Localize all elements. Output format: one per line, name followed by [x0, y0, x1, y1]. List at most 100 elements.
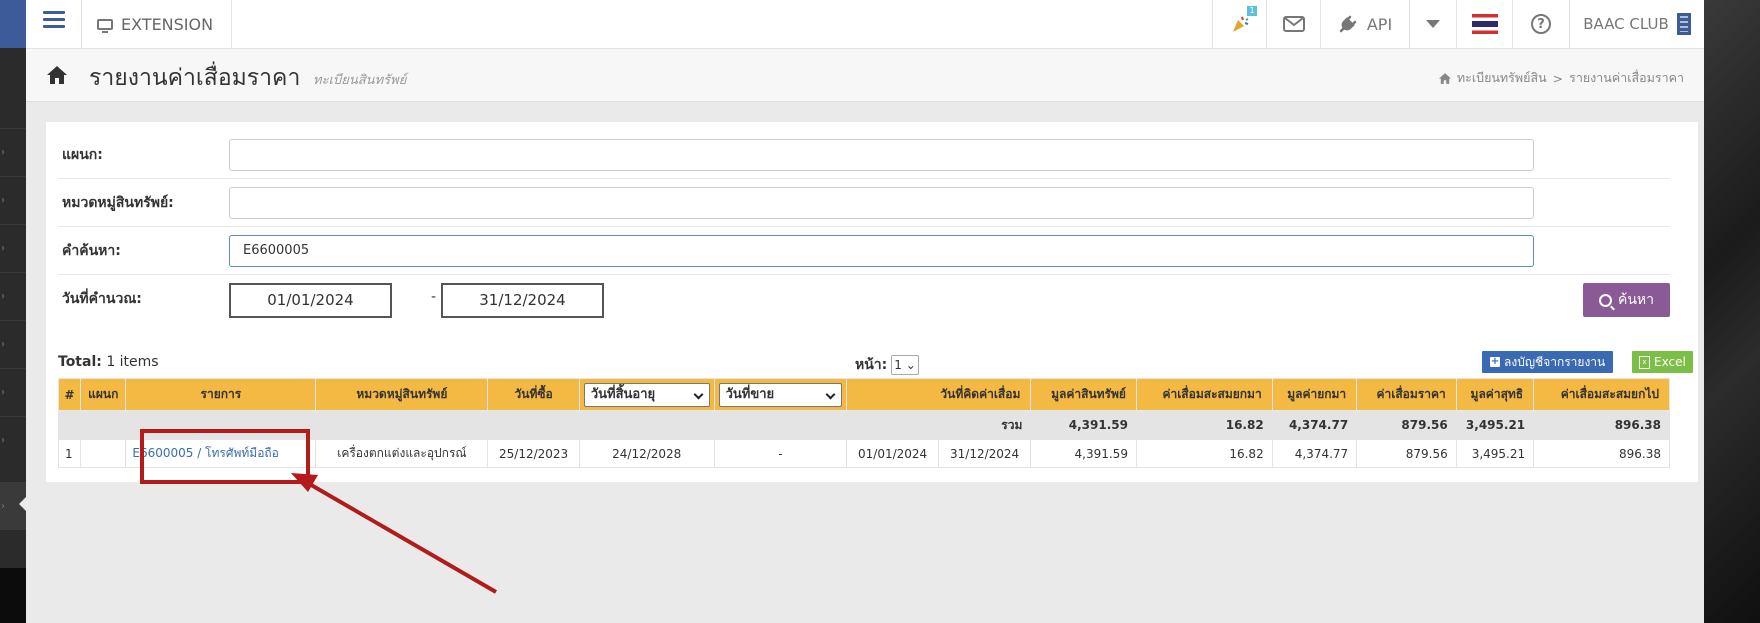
- sidebar-item[interactable]: ›: [0, 176, 26, 224]
- page-select[interactable]: 1 ⌄: [891, 355, 919, 375]
- col-depreciation[interactable]: ค่าเสื่อมราคา: [1356, 378, 1457, 411]
- active-indicator: [19, 497, 26, 511]
- plug-icon: [1339, 15, 1357, 33]
- menu-toggle-button[interactable]: [26, 0, 82, 48]
- col-accum-cf[interactable]: ค่าเสื่อมสะสมยกไป: [1533, 378, 1670, 411]
- org-label: BAAC CLUB: [1583, 15, 1669, 33]
- sale-date-select[interactable]: วันที่ขาย: [718, 382, 843, 407]
- top-navbar: EXTENSION 1 API ? BAAC CLUB: [26, 0, 1704, 49]
- sidebar-item[interactable]: ›: [0, 416, 26, 464]
- cell-category: เครื่องตกแต่งและอุปกรณ์: [315, 439, 489, 468]
- language-button[interactable]: [1456, 0, 1512, 48]
- excel-export-button[interactable]: x Excel: [1632, 351, 1693, 373]
- help-icon: ?: [1531, 14, 1551, 34]
- summary-asset-value: 4,391.59: [1030, 410, 1137, 440]
- org-menu[interactable]: BAAC CLUB: [1569, 0, 1704, 48]
- api-label: API: [1366, 14, 1393, 34]
- col-category[interactable]: หมวดหมู่สินทรัพย์: [315, 378, 489, 411]
- messages-button[interactable]: [1266, 0, 1320, 48]
- col-accum-bf[interactable]: ค่าเสื่อมสะสมยกมา: [1135, 378, 1273, 411]
- sidebar: › › › › › › › ›: [0, 0, 26, 623]
- col-depr-period[interactable]: วันที่คิดค่าเสื่อม: [846, 378, 1032, 411]
- cell-purchase-date: 25/12/2023: [487, 439, 580, 468]
- date-from-input[interactable]: 01/01/2024: [229, 283, 392, 318]
- department-row: แผนก:: [58, 132, 1670, 179]
- cell-no: 1: [57, 439, 82, 468]
- col-department[interactable]: แผนก: [80, 378, 127, 411]
- cell-accum-bf: 16.82: [1135, 439, 1273, 468]
- col-sale-date: วันที่ขาย: [713, 378, 848, 411]
- sidebar-item[interactable]: ›: [0, 272, 26, 320]
- col-purchase-date[interactable]: วันที่ซื้อ: [487, 378, 580, 411]
- cell-sale-date: -: [713, 439, 848, 468]
- post-ledger-button[interactable]: + ลงบัญชีจากรายงาน: [1482, 351, 1614, 373]
- summary-accum-cf: 896.38: [1533, 410, 1670, 440]
- total-label: Total:: [58, 354, 102, 370]
- excel-label: Excel: [1654, 355, 1686, 369]
- extension-menu[interactable]: EXTENSION: [81, 0, 233, 48]
- col-value-bf[interactable]: มูลค่ายกมา: [1271, 378, 1358, 411]
- cell-value-bf: 4,374.77: [1271, 439, 1358, 468]
- category-label: หมวดหมู่สินทรัพย์:: [62, 195, 174, 211]
- monitor-icon: [97, 18, 113, 33]
- col-expire-date: วันที่สิ้นอายุ: [578, 378, 715, 411]
- search-button[interactable]: ค้นหา: [1583, 283, 1670, 317]
- navbar-right: 1 API ? BAAC CLUB: [1212, 0, 1704, 48]
- dropdown-button[interactable]: [1409, 0, 1456, 48]
- building-icon: [1676, 13, 1691, 35]
- party-icon: [1232, 16, 1248, 32]
- caret-down-icon: [1426, 20, 1440, 28]
- annotation-highlight-box: [140, 429, 310, 484]
- col-asset-value[interactable]: มูลค่าสินทรัพย์: [1030, 378, 1137, 411]
- total-count: Total: 1 items: [58, 354, 159, 370]
- sidebar-item[interactable]: ›: [0, 128, 26, 176]
- summary-accum-bf: 16.82: [1135, 410, 1273, 440]
- cell-department: [80, 439, 127, 468]
- page-value: 1: [894, 358, 902, 372]
- department-select[interactable]: [229, 139, 1534, 171]
- cell-accum-cf: 896.38: [1533, 439, 1670, 468]
- page-title: รายงานค่าเสื่อมราคา: [89, 65, 301, 91]
- breadcrumb-separator: >: [1552, 70, 1564, 86]
- flag-icon: [1471, 14, 1498, 34]
- menu-icon: [43, 25, 65, 28]
- sidebar-item[interactable]: ›: [0, 368, 26, 416]
- sidebar-logo: [0, 0, 26, 48]
- notification-badge: 1: [1247, 6, 1257, 16]
- department-label: แผนก:: [62, 147, 103, 163]
- cell-net-value: 3,495.21: [1455, 439, 1535, 468]
- keyword-row: คำค้นหา: E6600005: [58, 228, 1670, 275]
- summary-depreciation: 879.56: [1356, 410, 1457, 440]
- excel-icon: x: [1639, 355, 1650, 369]
- api-menu[interactable]: API: [1320, 0, 1409, 48]
- category-select[interactable]: [229, 187, 1534, 219]
- expire-date-select[interactable]: วันที่สิ้นอายุ: [583, 382, 710, 407]
- plus-square-icon: +: [1490, 356, 1500, 367]
- page-header: รายงานค่าเสื่อมราคา ทะเบียนสินทรัพย์ ทะเ…: [26, 49, 1704, 102]
- cell-depr-from: 01/01/2024: [846, 439, 939, 468]
- mail-icon: [1282, 16, 1305, 32]
- sidebar-item[interactable]: ›: [0, 224, 26, 272]
- help-button[interactable]: ?: [1512, 0, 1569, 48]
- date-to-input[interactable]: 31/12/2024: [441, 283, 604, 318]
- home-icon[interactable]: [47, 66, 67, 84]
- col-item[interactable]: รายการ: [125, 378, 317, 411]
- col-net-value[interactable]: มูลค่าสุทธิ: [1455, 378, 1535, 411]
- notifications-button[interactable]: 1: [1212, 0, 1266, 48]
- extension-label: EXTENSION: [121, 14, 214, 34]
- post-ledger-label: ลงบัญชีจากรายงาน: [1504, 354, 1606, 369]
- calc-date-label: วันที่คำนวณ:: [62, 291, 142, 307]
- search-icon: [1598, 293, 1612, 307]
- sidebar-item[interactable]: ›: [0, 320, 26, 368]
- cell-depr-to: 31/12/2024: [937, 439, 1032, 468]
- cell-asset-value: 4,391.59: [1030, 439, 1137, 468]
- date-separator: -: [431, 289, 437, 305]
- col-no[interactable]: #: [57, 378, 82, 411]
- breadcrumb-item-current: รายงานค่าเสื่อมราคา: [1569, 70, 1684, 85]
- total-value: 1 items: [106, 354, 159, 370]
- calc-date-row: วันที่คำนวณ: 01/01/2024 - 31/12/2024 ค้น…: [58, 276, 1670, 322]
- keyword-input[interactable]: E6600005: [229, 235, 1534, 267]
- breadcrumb-item[interactable]: ทะเบียนทรัพย์สิน: [1457, 68, 1547, 88]
- summary-value-bf: 4,374.77: [1271, 410, 1358, 440]
- home-icon[interactable]: [1438, 72, 1451, 84]
